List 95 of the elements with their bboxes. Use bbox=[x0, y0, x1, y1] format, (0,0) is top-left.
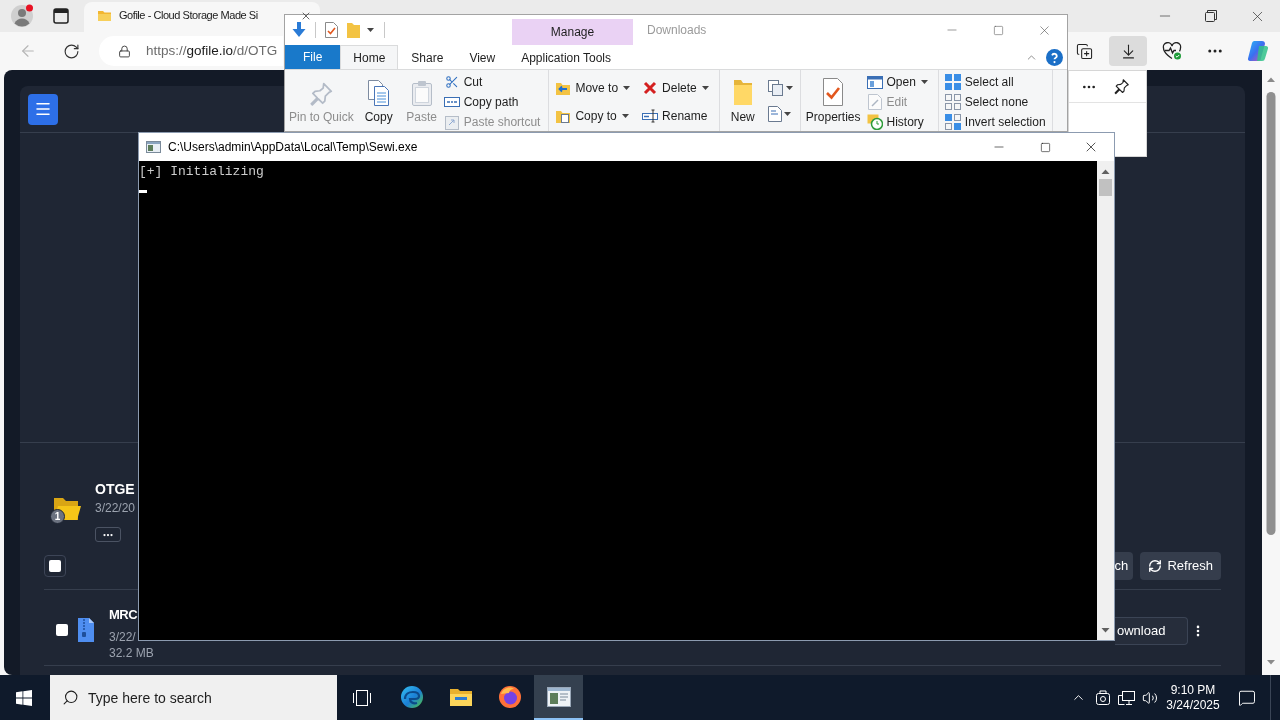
pin-icon[interactable] bbox=[1113, 78, 1130, 95]
ribbon-tab[interactable]: Home bbox=[340, 45, 399, 69]
squares-plus-icon[interactable] bbox=[1075, 42, 1093, 60]
menu-icon bbox=[34, 100, 52, 118]
ribbon-button[interactable]: Select none bbox=[944, 92, 1048, 112]
ribbon-button[interactable]: Rename bbox=[642, 106, 711, 126]
lock-icon[interactable] bbox=[118, 44, 131, 58]
edit-icon bbox=[867, 94, 882, 110]
dropdown-caret-icon bbox=[367, 28, 374, 32]
dropdown-caret-icon bbox=[783, 112, 791, 116]
more-options-button[interactable] bbox=[95, 527, 121, 542]
ribbon-button[interactable]: Open bbox=[866, 72, 930, 92]
rename-icon bbox=[642, 109, 659, 123]
clipboard-icon bbox=[409, 79, 434, 107]
start-icon[interactable] bbox=[16, 689, 32, 706]
download-button[interactable]: ownload bbox=[1115, 617, 1188, 645]
delete-icon bbox=[643, 81, 658, 95]
ribbon-button[interactable]: Cut bbox=[443, 72, 543, 92]
ribbon-button[interactable]: New bbox=[721, 70, 764, 131]
ribbon-button[interactable] bbox=[767, 78, 793, 98]
folder-name: OTGE bbox=[95, 480, 135, 498]
scissors-icon bbox=[444, 75, 459, 89]
select-all-icon bbox=[944, 74, 961, 90]
ribbon-tab[interactable]: View bbox=[456, 45, 509, 69]
address-bar[interactable]: https://gofile.io/d/OTG bbox=[99, 36, 283, 66]
clock-time[interactable]: 9:10 PM bbox=[1170, 682, 1216, 698]
ribbon-button[interactable]: Move to bbox=[555, 78, 633, 98]
menu-button[interactable] bbox=[28, 93, 58, 125]
volume-icon[interactable] bbox=[1142, 689, 1158, 706]
ribbon-tab[interactable]: Share bbox=[398, 45, 457, 69]
search-icon bbox=[62, 689, 79, 706]
window-icon bbox=[866, 75, 883, 89]
document-check-icon bbox=[325, 22, 338, 38]
file-checkbox[interactable] bbox=[56, 624, 68, 636]
downloads-button[interactable] bbox=[1109, 36, 1147, 66]
profile-icon[interactable] bbox=[10, 4, 34, 28]
ribbon-button[interactable]: History bbox=[866, 112, 930, 131]
select-all-checkbox[interactable] bbox=[44, 555, 66, 577]
file-size: 32.2 MB bbox=[109, 645, 154, 661]
task-view-icon[interactable] bbox=[353, 689, 371, 706]
scrollbar[interactable] bbox=[1097, 161, 1114, 640]
context-tab-header: Manage bbox=[512, 19, 633, 45]
flame-globe-icon bbox=[497, 684, 522, 709]
notification-icon[interactable] bbox=[1238, 688, 1256, 707]
restore-icon[interactable] bbox=[1205, 10, 1217, 22]
document-check-icon bbox=[821, 77, 846, 107]
file-date: 3/22/ bbox=[109, 629, 136, 645]
search-field[interactable]: Type here to search bbox=[50, 675, 337, 720]
heart-pulse-icon[interactable] bbox=[1162, 42, 1182, 60]
ribbon-button[interactable]: Properties bbox=[802, 70, 864, 131]
ribbon-tab[interactable]: File bbox=[285, 45, 341, 69]
folder-copy-icon bbox=[555, 108, 572, 124]
reload-icon[interactable] bbox=[63, 42, 80, 60]
ribbon-tab[interactable]: Application Tools bbox=[508, 45, 625, 69]
wave-logo-icon bbox=[399, 684, 424, 709]
refresh-button[interactable]: Refresh bbox=[1140, 552, 1221, 580]
network-icon[interactable] bbox=[1118, 690, 1135, 705]
ribbon-button[interactable]: Copy path bbox=[443, 92, 543, 112]
ribbon-button[interactable]: Delete bbox=[642, 78, 711, 98]
maximize-icon[interactable] bbox=[1039, 141, 1051, 153]
file-name: MRC bbox=[109, 606, 138, 623]
help-icon[interactable] bbox=[1046, 48, 1063, 66]
folder-date: 3/22/20 bbox=[95, 500, 136, 516]
folder-arrow-icon bbox=[555, 80, 572, 96]
ribbon-button[interactable]: Copy bbox=[357, 70, 400, 131]
ribbon-button[interactable]: Invert selection bbox=[944, 112, 1048, 131]
console-window-icon bbox=[146, 141, 161, 153]
copy-icon bbox=[365, 79, 392, 107]
camera-icon[interactable] bbox=[1095, 690, 1110, 705]
ribbon-button[interactable] bbox=[767, 104, 793, 124]
item-count-badge: 1 bbox=[50, 509, 65, 524]
dropdown-caret-icon bbox=[785, 86, 793, 90]
console-window-icon bbox=[546, 686, 571, 707]
down-arrow-icon bbox=[292, 22, 306, 38]
dashed-box-icon bbox=[443, 96, 460, 108]
browser-tab[interactable]: Gofile - Cloud Storage Made Si bbox=[84, 2, 320, 32]
taskbar-app-button[interactable] bbox=[534, 675, 583, 720]
window-title: Downloads bbox=[646, 22, 707, 39]
refresh-icon bbox=[1148, 559, 1163, 573]
window-title: C:\Users\admin\AppData\Local\Temp\Sewi.exe bbox=[168, 139, 418, 156]
folder-icon bbox=[347, 22, 360, 38]
stacked-pages-icon bbox=[767, 80, 784, 96]
zip-file-icon bbox=[77, 617, 95, 643]
pin-icon bbox=[308, 81, 335, 107]
ribbon-button[interactable]: Select all bbox=[944, 72, 1048, 92]
select-none-icon bbox=[944, 94, 961, 110]
clock-date[interactable]: 3/24/2025 bbox=[1166, 697, 1220, 713]
assistant-logo-icon[interactable] bbox=[1247, 40, 1269, 62]
folder-icon bbox=[448, 686, 473, 707]
folder-favicon-icon bbox=[98, 10, 111, 21]
ribbon-button[interactable]: Copy to bbox=[555, 106, 633, 126]
window-icon[interactable] bbox=[53, 8, 69, 24]
console-line: [+] Initializing bbox=[139, 163, 265, 180]
invert-selection-icon bbox=[944, 114, 961, 130]
document-icon bbox=[767, 106, 782, 122]
